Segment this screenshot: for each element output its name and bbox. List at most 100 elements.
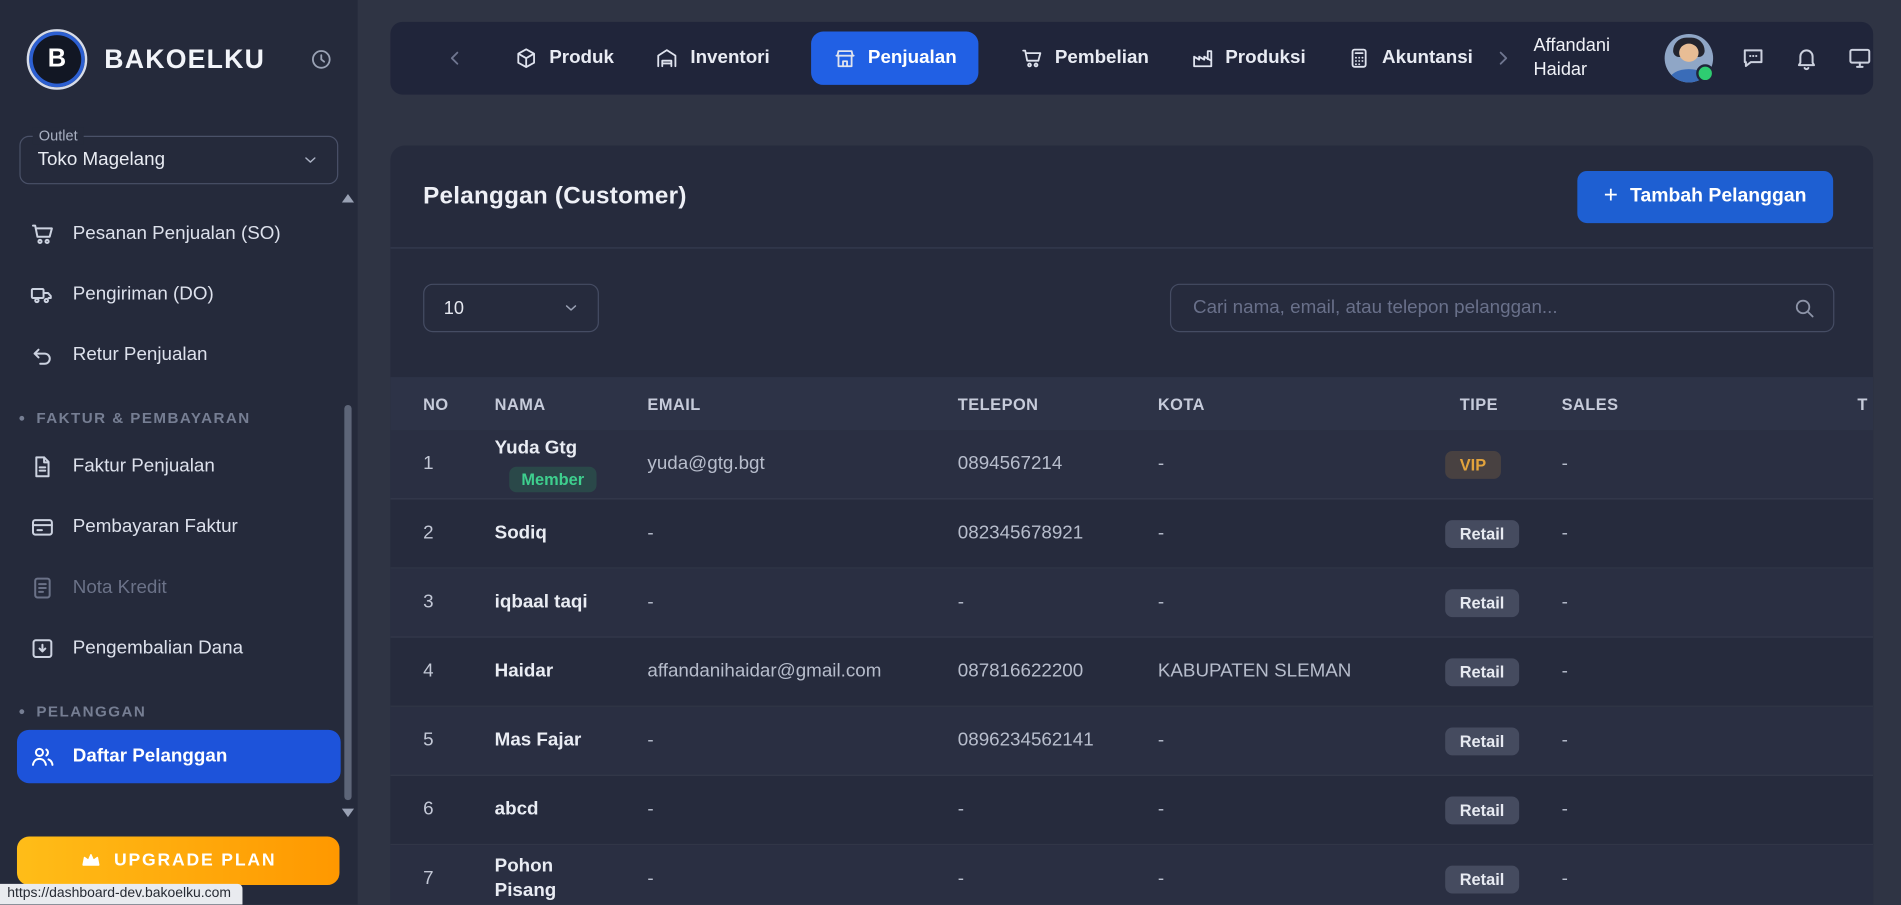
cell-sales: - xyxy=(1562,868,1858,890)
upgrade-plan-button[interactable]: UPGRADE PLAN xyxy=(17,837,339,885)
cell-no: 5 xyxy=(423,730,495,752)
cell-telepon: 0896234562141 xyxy=(958,730,1158,752)
table-row[interactable]: 4Haidaraffandanihaidar@gmail.com08781662… xyxy=(390,638,1873,707)
store-icon xyxy=(833,46,857,70)
cell-nama: Mas Fajar xyxy=(495,729,648,753)
search-icon[interactable] xyxy=(1792,296,1816,320)
sidebar-scrollbar[interactable] xyxy=(342,192,355,820)
cell-email: affandanihaidar@gmail.com xyxy=(647,661,957,683)
table-row[interactable]: 7Pohon Pisang---Retail- xyxy=(390,845,1873,904)
customers-icon xyxy=(29,743,56,770)
outlet-label: Outlet xyxy=(33,127,84,144)
sidebar-item-pengembalian-dana[interactable]: Pengembalian Dana xyxy=(17,618,341,679)
tab-inventori[interactable]: Inventori xyxy=(655,46,770,70)
table-row[interactable]: 5Mas Fajar-0896234562141-Retail- xyxy=(390,707,1873,776)
column-header-tipe: TIPE xyxy=(1460,395,1562,413)
nav-scroll-left-icon[interactable] xyxy=(444,46,468,70)
table-row[interactable]: 3iqbaal taqi---Retail- xyxy=(390,569,1873,638)
cell-kota: KABUPATEN SLEMAN xyxy=(1158,661,1460,683)
sidebar-item-faktur-penjualan[interactable]: Faktur Penjualan xyxy=(17,436,341,497)
cell-no: 7 xyxy=(423,868,495,890)
chat-icon[interactable] xyxy=(1740,45,1767,72)
crown-icon xyxy=(80,850,102,872)
sidebar-item-pengiriman-do[interactable]: Pengiriman (DO) xyxy=(17,264,341,325)
sidebar-item-retur-penjualan[interactable]: Retur Penjualan xyxy=(17,325,341,386)
app-window: B BAKOELKU Outlet Toko Magelang Pesanan … xyxy=(0,0,1901,904)
tipe-badge: Retail xyxy=(1445,865,1519,893)
sidebar-item-pesanan-penjualan-so[interactable]: Pesanan Penjualan (SO) xyxy=(17,204,341,265)
cell-kota: - xyxy=(1158,799,1460,821)
factory-icon xyxy=(1190,46,1214,70)
column-header-sales: SALES xyxy=(1562,395,1858,413)
refund-icon xyxy=(29,635,56,662)
table-row[interactable]: 2Sodiq-082345678921-Retail- xyxy=(390,500,1873,569)
cell-no: 2 xyxy=(423,523,495,545)
tab-penjualan[interactable]: Penjualan xyxy=(811,32,979,85)
calculator-icon xyxy=(1347,46,1371,70)
customer-name: Pohon Pisang xyxy=(495,855,611,903)
customer-name: Mas Fajar xyxy=(495,729,611,753)
cell-sales: - xyxy=(1562,799,1858,821)
cell-tipe: Retail xyxy=(1445,658,1561,686)
scrollbar-thumb[interactable] xyxy=(344,405,351,800)
box-icon xyxy=(514,46,538,70)
cell-sales: - xyxy=(1562,523,1858,545)
tab-label: Inventori xyxy=(690,47,769,69)
avatar[interactable] xyxy=(1665,34,1713,82)
sidebar-menu: Pesanan Penjualan (SO) Pengiriman (DO) Ret… xyxy=(0,204,358,784)
customer-name: Yuda Gtg xyxy=(495,436,611,460)
return-icon xyxy=(29,342,56,369)
sidebar-item-label: Pengiriman (DO) xyxy=(73,284,214,306)
nav-scroll-right-icon[interactable] xyxy=(1490,46,1514,70)
table-row[interactable]: 6abcd---Retail- xyxy=(390,776,1873,845)
cell-email: - xyxy=(647,592,957,614)
cell-sales: - xyxy=(1562,453,1858,475)
cell-tipe: VIP xyxy=(1445,450,1561,478)
add-customer-button[interactable]: + Tambah Pelanggan xyxy=(1577,170,1833,222)
cell-kota: - xyxy=(1158,730,1460,752)
column-header-nama: NAMA xyxy=(495,395,648,413)
tab-produk[interactable]: Produk xyxy=(514,46,614,70)
chevron-down-icon xyxy=(301,150,320,169)
table-row[interactable]: 1Yuda GtgMemberyuda@gtg.bgt0894567214-VI… xyxy=(390,430,1873,499)
tab-akuntansi[interactable]: Akuntansi xyxy=(1347,46,1473,70)
user-name[interactable]: Affandani Haidar xyxy=(1534,34,1636,82)
table-header-row: NONAMAEMAILTELEPONKOTATIPESALEST xyxy=(390,377,1873,430)
column-header-telepon: TELEPON xyxy=(958,395,1158,413)
cell-kota: - xyxy=(1158,523,1460,545)
cell-telepon: 082345678921 xyxy=(958,523,1158,545)
card-header: Pelanggan (Customer) + Tambah Pelanggan xyxy=(390,145,1873,248)
sidebar-item-label: Pesanan Penjualan (SO) xyxy=(73,223,281,245)
table-controls: 10 xyxy=(423,284,1834,332)
cell-tipe: Retail xyxy=(1445,589,1561,617)
cell-no: 4 xyxy=(423,661,495,683)
sidebar-item-label: Pengembalian Dana xyxy=(73,638,243,660)
sidebar-item-daftar-pelanggan[interactable]: Daftar Pelanggan xyxy=(17,730,341,783)
sidebar-section-pelanggan: PELANGGAN xyxy=(17,703,341,720)
clock-icon[interactable] xyxy=(309,47,333,71)
cell-telepon: 087816622200 xyxy=(958,661,1158,683)
sidebar-section-faktur-pembayaran: FAKTUR & PEMBAYARAN xyxy=(17,410,341,427)
cell-no: 3 xyxy=(423,592,495,614)
monitor-icon[interactable] xyxy=(1846,45,1873,72)
search-box[interactable] xyxy=(1170,284,1834,332)
sidebar-item-nota-kredit[interactable]: Nota Kredit xyxy=(17,558,341,619)
tab-label: Pembelian xyxy=(1055,47,1149,69)
tab-produksi[interactable]: Produksi xyxy=(1190,46,1306,70)
bell-icon[interactable] xyxy=(1793,45,1820,72)
outlet-selector[interactable]: Outlet Toko Magelang xyxy=(19,136,338,184)
search-input[interactable] xyxy=(1191,296,1792,320)
sidebar-item-pembayaran-faktur[interactable]: Pembayaran Faktur xyxy=(17,497,341,558)
tab-pembelian[interactable]: Pembelian xyxy=(1020,46,1149,70)
cell-tipe: Retail xyxy=(1445,520,1561,548)
scroll-down-arrow-icon[interactable] xyxy=(342,809,354,817)
brand-row: B BAKOELKU xyxy=(0,0,358,114)
page-size-select[interactable]: 10 xyxy=(423,284,599,332)
invoice-icon xyxy=(29,453,56,480)
scroll-up-arrow-icon[interactable] xyxy=(342,194,354,202)
brand-name: BAKOELKU xyxy=(104,44,265,76)
sidebar: B BAKOELKU Outlet Toko Magelang Pesanan … xyxy=(0,0,358,904)
cell-nama: Pohon Pisang xyxy=(495,855,648,903)
tipe-badge: Retail xyxy=(1445,520,1519,548)
status-bar-url: https://dashboard-dev.bakoelku.com xyxy=(0,884,242,905)
